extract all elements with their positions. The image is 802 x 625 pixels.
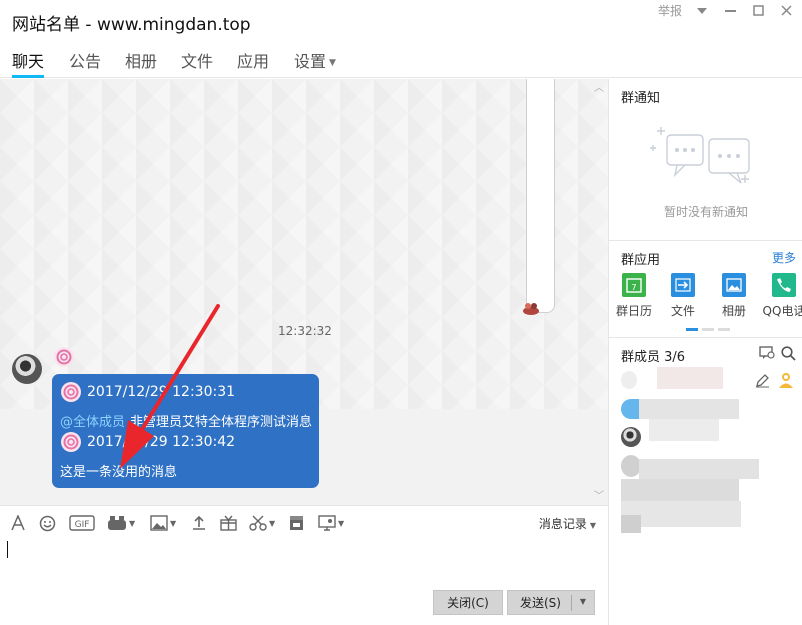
- lollipop-icon: [54, 347, 74, 367]
- apps-pager[interactable]: [686, 328, 732, 331]
- scroll-up-icon[interactable]: ︿: [594, 79, 604, 94]
- title-bar: 网站名单 - www.mingdan.top 举报: [0, 0, 802, 42]
- tab-label: 文件: [181, 52, 214, 71]
- app-label: 相册: [721, 304, 746, 318]
- tab-label: 公告: [69, 52, 102, 71]
- window-title: 网站名单 - www.mingdan.top: [12, 15, 251, 35]
- window-controls: 举报: [658, 2, 794, 19]
- font-icon[interactable]: [10, 514, 26, 532]
- app-label: 群日历: [615, 304, 652, 318]
- history-label: 消息记录: [538, 517, 587, 531]
- svg-text:7: 7: [631, 283, 636, 292]
- members-title: 群成员 3/6: [621, 350, 686, 365]
- app-label: 文件: [670, 304, 695, 318]
- tab-chat[interactable]: 聊天: [12, 48, 45, 78]
- avatar[interactable]: [12, 354, 42, 384]
- image-icon[interactable]: ▼: [150, 514, 176, 532]
- tab-label: 聊天: [12, 52, 45, 71]
- send-button[interactable]: 发送(S) ▼: [507, 590, 595, 615]
- close-icon[interactable]: [778, 3, 794, 19]
- text-cursor: [7, 541, 8, 558]
- annotation-arrow-icon: [120, 304, 220, 469]
- more-apps-link[interactable]: 更多: [772, 249, 796, 266]
- close-button[interactable]: 关闭(C): [433, 590, 503, 615]
- divider: [571, 595, 572, 611]
- message-input[interactable]: 关闭(C) 发送(S) ▼: [0, 539, 608, 625]
- tab-bar: 聊天 公告 相册 文件 应用 设置 ▼: [0, 42, 802, 78]
- scroll-down-icon[interactable]: ﹀: [594, 487, 604, 502]
- tab-apps[interactable]: 应用: [237, 48, 269, 78]
- caret-down-icon: ▼: [329, 57, 336, 68]
- member-chat-icon[interactable]: [759, 346, 775, 360]
- game-icon[interactable]: ▼: [107, 514, 135, 532]
- empty-notice-text: 暂时没有新通知: [663, 205, 748, 219]
- divider: [609, 337, 802, 338]
- message-history-button[interactable]: 消息记录 ▼: [539, 515, 596, 532]
- app-qq-phone[interactable]: QQ电话: [759, 273, 802, 319]
- lollipop-icon: [61, 382, 81, 402]
- app-files[interactable]: 文件: [658, 273, 708, 319]
- app-label: QQ电话: [762, 304, 802, 318]
- tab-settings[interactable]: 设置 ▼: [294, 48, 336, 78]
- floating-panel: [526, 79, 555, 313]
- admin-user-icon[interactable]: [777, 371, 795, 389]
- tab-announcement[interactable]: 公告: [69, 48, 101, 78]
- chat-area[interactable]: ︿ ﹀ 12:32:32 2017/12/29 12:30:31 @全体成员 非…: [0, 79, 608, 505]
- send-options-dropdown-icon[interactable]: ▼: [580, 597, 586, 606]
- report-link[interactable]: 举报: [658, 2, 682, 19]
- group-apps-title: 群应用: [621, 253, 661, 268]
- search-icon[interactable]: [781, 346, 796, 361]
- maximize-icon[interactable]: [750, 3, 766, 19]
- tab-files[interactable]: 文件: [181, 48, 213, 78]
- tab-label: 设置: [294, 52, 327, 71]
- input-toolbar: GIF ▼ ▼ ▼ ▼ 消息记录 ▼: [0, 505, 608, 539]
- emoji-icon[interactable]: [39, 514, 56, 532]
- tab-label: 相册: [125, 52, 158, 71]
- svg-text:GIF: GIF: [75, 520, 90, 530]
- calendar-icon: 7: [622, 273, 646, 297]
- minimize-icon[interactable]: [722, 3, 738, 19]
- message-timestamp: 12:32:32: [278, 324, 332, 338]
- close-button-label: 关闭(C): [447, 596, 489, 610]
- file-icon: [671, 273, 695, 297]
- empty-notice-illustration-icon: [650, 127, 750, 184]
- edit-icon[interactable]: [755, 373, 770, 388]
- album-icon: [722, 273, 746, 297]
- dropdown-icon[interactable]: [694, 3, 710, 19]
- tab-album[interactable]: 相册: [125, 48, 157, 78]
- app-calendar[interactable]: 7 群日历: [609, 273, 659, 319]
- divider: [609, 240, 802, 241]
- group-sidebar: 群通知 暂时没有新通知 群应用 更多 7 群日历 文件 相册 QQ电话 群成员 …: [608, 79, 802, 625]
- phone-icon: [772, 273, 796, 297]
- tab-label: 应用: [237, 52, 270, 71]
- group-notice-title: 群通知: [621, 91, 661, 106]
- send-button-label: 发送(S): [520, 596, 561, 610]
- app-album[interactable]: 相册: [709, 273, 759, 319]
- upload-icon[interactable]: [191, 514, 207, 532]
- lollipop-icon: [61, 432, 81, 452]
- pet-icon[interactable]: [521, 300, 541, 316]
- scissors-icon[interactable]: ▼: [249, 514, 275, 532]
- screen-icon[interactable]: ▼: [318, 514, 344, 532]
- gift-icon[interactable]: [220, 514, 237, 532]
- red-packet-icon[interactable]: [289, 514, 304, 532]
- gif-icon[interactable]: GIF: [69, 514, 95, 532]
